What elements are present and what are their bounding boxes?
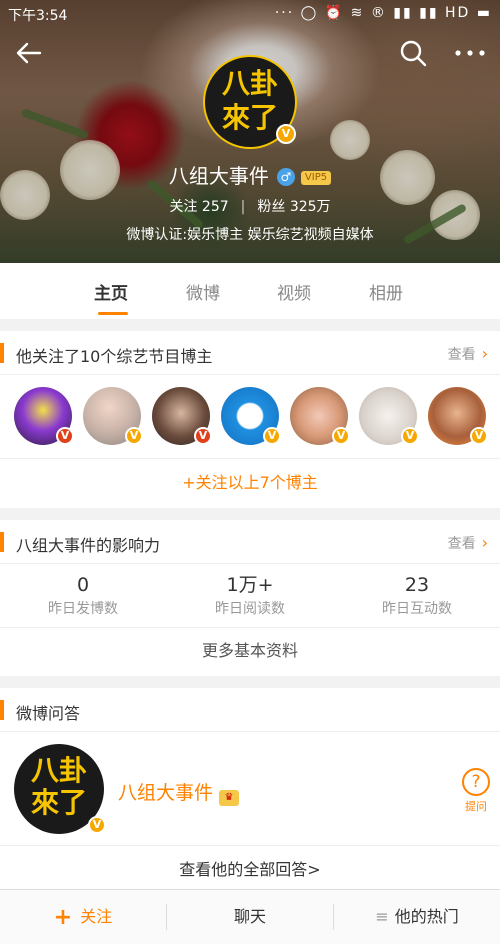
influence-card: 八组大事件的影响力 查看 › 0 昨日发博数 1万+ 昨日阅读数 23 昨日互动数… [0,520,500,676]
stats-divider: | [240,199,246,215]
stat-value: 1万+ [226,574,274,596]
verified-badge-icon: V [194,427,212,445]
vip-badge[interactable]: VIP5 [300,171,332,185]
following-view-label: 查看 [447,347,476,363]
tab-weibo[interactable]: 微博 [186,279,220,304]
profile-stats: 关注 257 | 粉丝 325万 [0,196,500,216]
follow-button[interactable]: + 关注 [0,890,166,944]
all-answers-link[interactable]: 查看他的全部回答> [0,846,500,894]
influence-view-label: 查看 [447,536,476,552]
chevron-right-icon: › [481,533,488,552]
tab-album[interactable]: 相册 [369,279,403,304]
follow-label: 关注 [80,907,113,926]
profile-name-row: 八组大事件 ♂ VIP5 [0,160,500,189]
verified-badge-icon: V [401,427,419,445]
following-link[interactable]: 关注 257 [169,199,228,215]
followed-avatar-item[interactable]: V [14,375,78,455]
following-card-title: 他关注了10个综艺节目博主 [16,347,213,366]
stat-value: 0 [76,574,90,596]
tab-home[interactable]: 主页 [94,279,128,304]
followed-avatar-item[interactable]: V [221,375,285,455]
stat-label: 昨日发博数 [48,601,118,617]
stat-label: 昨日阅读数 [215,601,285,617]
more-options-button[interactable] [452,38,488,68]
following-card-header: 他关注了10个综艺节目博主 查看 › [0,331,500,375]
profile-name: 八组大事件 [168,164,269,188]
chat-button[interactable]: 聊天 [167,890,333,944]
plus-icon: + [53,905,73,930]
followers-count: 325万 [289,199,331,215]
chat-label: 聊天 [233,907,266,926]
qa-profile-row: 八卦 來了 V 八组大事件 ♛ ? 提问 [0,732,500,846]
verified-badge-icon: V [470,427,488,445]
influence-card-title: 八组大事件的影响力 [16,536,161,555]
tab-video[interactable]: 视频 [277,279,311,304]
male-icon: ♂ [276,168,295,186]
hot-label: 他的热门 [394,907,459,926]
followers-link[interactable]: 粉丝 325万 [257,199,330,215]
section-accent-bar [0,700,4,720]
following-view-link[interactable]: 查看 › [448,344,488,364]
ask-label: 提问 [465,800,487,813]
search-button[interactable] [398,38,428,68]
status-bar: 下午3:54 ··· ◯ ⏰ ≋ ® ▮▮ ▮▮ HD ▬ [0,0,500,26]
status-icons: ··· ◯ ⏰ ≋ ® ▮▮ ▮▮ HD ▬ [274,5,492,21]
verified-badge-icon: V [125,427,143,445]
follow-all-button[interactable]: +关注以上7个博主 [0,459,500,507]
stat-value: 23 [404,574,430,596]
stat-label: 昨日互动数 [382,601,452,617]
profile-cover: 下午3:54 ··· ◯ ⏰ ≋ ® ▮▮ ▮▮ HD ▬ 八卦 來了 V 八组… [0,0,500,263]
back-button[interactable] [14,38,44,68]
more-dots-icon [455,50,485,56]
verified-badge-icon: V [263,427,281,445]
question-icon: ? [462,768,490,796]
followed-avatar-item[interactable]: V [290,375,354,455]
avatar-text-line2: 來了 [30,786,87,819]
status-time: 下午3:54 [8,8,68,24]
search-icon [400,40,427,67]
list-icon: ≡ [375,907,389,926]
qa-name: 八组大事件 [118,782,214,804]
more-profile-info-button[interactable]: 更多基本资料 [0,628,500,674]
avatar-text-line1: 八卦 [30,754,87,787]
qa-card-header: 微博问答 [0,688,500,732]
verified-badge-icon: V [276,124,296,144]
qa-card: 微博问答 八卦 來了 V 八组大事件 ♛ ? 提问 查看他的全部回答> [0,688,500,889]
qa-name-row: 八组大事件 ♛ [118,778,240,806]
influence-stats: 0 昨日发博数 1万+ 昨日阅读数 23 昨日互动数 [0,564,500,628]
verification-text: 微博认证:娱乐博主 娱乐综艺视频自媒体 [126,227,374,243]
verified-badge-icon: V [332,427,350,445]
back-arrow-icon [16,42,42,64]
hot-posts-button[interactable]: ≡ 他的热门 [334,890,500,944]
following-label: 关注 [169,199,198,215]
crown-icon: ♛ [219,790,240,806]
followed-avatar-item[interactable]: V [428,375,492,455]
section-accent-bar [0,343,4,363]
followers-label: 粉丝 [257,199,286,215]
followed-avatar-item[interactable]: V [359,375,423,455]
stat-interactions: 23 昨日互动数 [334,572,500,620]
stat-reads: 1万+ 昨日阅读数 [167,572,333,620]
chevron-right-icon: › [481,344,488,363]
bottom-action-bar: + 关注 聊天 ≡ 他的热门 [0,889,500,944]
verified-badge-icon: V [88,816,106,834]
followed-avatar-item[interactable]: V [152,375,216,455]
ask-question-button[interactable]: ? 提问 [460,768,492,828]
influence-view-link[interactable]: 查看 › [448,533,488,553]
section-accent-bar [0,532,4,552]
profile-tabs: 主页 微博 视频 相册 [0,263,500,319]
qa-card-title: 微博问答 [16,704,81,723]
active-tab-indicator [98,312,128,315]
avatar-text-line1: 八卦 [221,67,278,100]
followed-avatar-item[interactable]: V [83,375,147,455]
stat-posts: 0 昨日发博数 [0,572,166,620]
influence-card-header: 八组大事件的影响力 查看 › [0,520,500,564]
following-card: 他关注了10个综艺节目博主 查看 › V V V V V V V +关注以上7个… [0,331,500,508]
followed-avatars: V V V V V V V [0,375,500,459]
verified-badge-icon: V [56,427,74,445]
following-count: 257 [201,199,229,215]
